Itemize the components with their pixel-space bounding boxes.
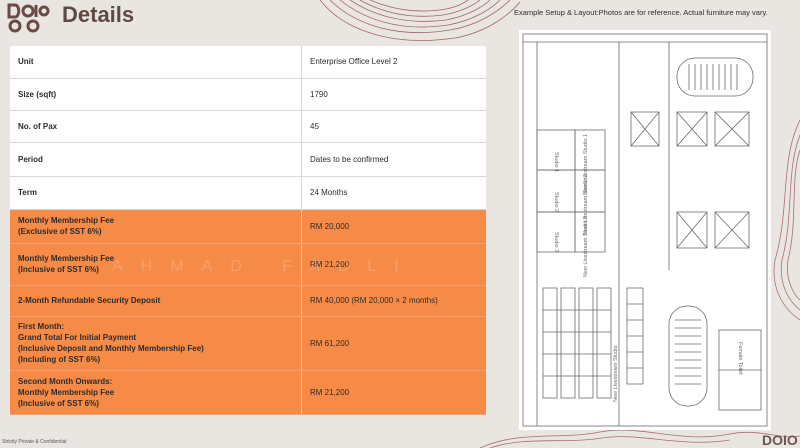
row-value: Enterprise Office Level 2 bbox=[301, 46, 486, 79]
row-value: RM 21,200 bbox=[301, 370, 486, 415]
row-value: Dates to be confirmed bbox=[301, 142, 486, 177]
row-label: Term bbox=[10, 176, 302, 210]
row-value: RM 40,000 (RM 20,000 × 2 months) bbox=[301, 285, 486, 317]
row-label: Size (sqft) bbox=[10, 78, 302, 111]
page-title: Details bbox=[62, 2, 135, 27]
topographic-decoration bbox=[319, 0, 520, 41]
floor-plan: Studio 1 Studio 2 Studio 3 New Livestrea… bbox=[519, 30, 771, 430]
studio-label-4: New Livestream Studio bbox=[613, 345, 619, 402]
row-label-line: Unit bbox=[18, 57, 34, 67]
room-label-2: Studio 2 bbox=[553, 192, 559, 212]
row-label-line: Grand Total For Initial Payment bbox=[18, 333, 137, 342]
details-table: Unit Enterprise Office Level 2 Size (sqft)… bbox=[10, 46, 486, 415]
row-label-line: Monthly Membership Fee bbox=[18, 387, 115, 397]
row-value: 45 bbox=[301, 110, 486, 143]
table-row: Size (sqft) 1790 bbox=[10, 78, 486, 111]
row-label: Monthly Membership Fee (Exclusive of SST … bbox=[10, 209, 302, 244]
row-value: 24 Months bbox=[301, 176, 486, 210]
row-label-line: (Including of SST 6%) bbox=[18, 355, 101, 364]
confidential-footer: Strictly Private & Confidential bbox=[2, 439, 67, 445]
table-row: No. of Pax 45 bbox=[10, 110, 486, 143]
table-row: Unit Enterprise Office Level 2 bbox=[10, 46, 486, 79]
row-label: Second Month Onwards: Monthly Membership … bbox=[10, 370, 302, 415]
row-label-line: Term bbox=[18, 188, 37, 197]
table-row: 2-Month Refundable Security Deposit RM 40… bbox=[10, 285, 486, 317]
toilet-label: Female Toilet bbox=[737, 342, 743, 375]
floor-plan-drawing: Studio 1 Studio 2 Studio 3 New Livestrea… bbox=[522, 33, 768, 427]
row-value: RM 61,200 bbox=[301, 316, 486, 371]
table-row: Second Month Onwards: Monthly Membership … bbox=[10, 370, 486, 415]
row-label: No. of Pax bbox=[10, 110, 302, 143]
row-value: 1790 bbox=[301, 78, 486, 111]
row-label: First Month: Grand Total For Initial Paym… bbox=[10, 316, 302, 371]
watermark-text: AHMAD FADLI bbox=[112, 258, 417, 275]
topographic-decoration-right bbox=[773, 120, 800, 320]
row-label-line: First Month: bbox=[18, 322, 65, 331]
row-label-line: Monthly Membership Fee bbox=[18, 216, 115, 225]
row-label-line: Second Month Onwards: bbox=[18, 376, 113, 386]
row-label: Period bbox=[10, 142, 302, 177]
row-label-line: (Inclusive Deposit and Monthly Membershi… bbox=[18, 344, 204, 353]
studio-label-3: New Livestream Studio 3 bbox=[583, 216, 589, 277]
row-label-line: No. of Pax bbox=[18, 121, 58, 131]
room-label-3: Studio 3 bbox=[553, 232, 559, 252]
brand-corner-mark: DOIO bbox=[762, 432, 798, 448]
layout-caption: Example Setup & Layout:Photos are for re… bbox=[514, 8, 768, 17]
row-label-line: 2-Month Refundable Security Deposit bbox=[18, 296, 161, 305]
brand-logo bbox=[7, 3, 50, 33]
row-label-line: Period bbox=[18, 154, 43, 164]
row-label-line: Size (sqft) bbox=[18, 89, 57, 99]
table-row: Term 24 Months bbox=[10, 176, 486, 210]
row-label-line: (Exclusive of SST 6%) bbox=[18, 227, 102, 236]
table-row: Period Dates to be confirmed bbox=[10, 142, 486, 177]
room-label-1: Studio 1 bbox=[553, 152, 559, 172]
table-row: First Month: Grand Total For Initial Paym… bbox=[10, 316, 486, 371]
table-row: Monthly Membership Fee (Exclusive of SST … bbox=[10, 209, 486, 244]
row-label: Unit bbox=[10, 46, 302, 79]
row-label-line: (Inclusive of SST 6%) bbox=[18, 398, 99, 408]
row-label: 2-Month Refundable Security Deposit bbox=[10, 285, 302, 317]
row-value: RM 20,000 bbox=[301, 209, 486, 244]
